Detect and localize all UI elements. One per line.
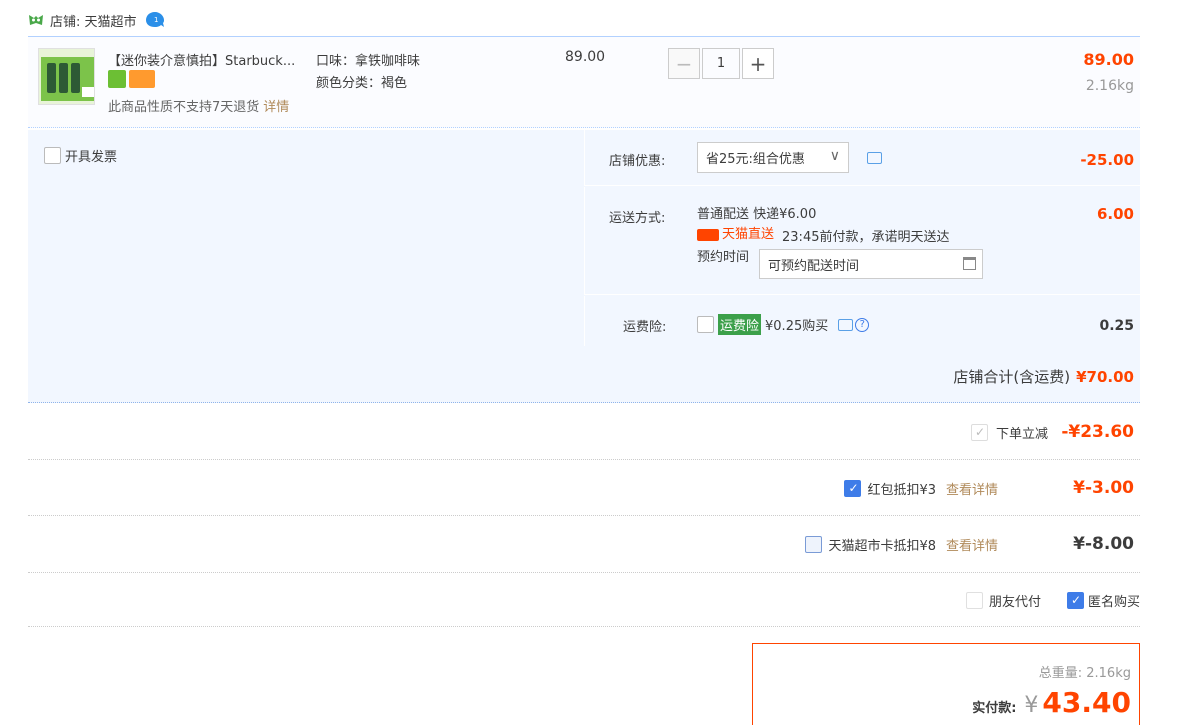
shop-discount-label: 店铺优惠: (609, 154, 666, 169)
card-badge-icon (129, 70, 155, 88)
delivery-promise-line: 天猫直送 23:45前付款，承诺明天送达 (697, 225, 949, 248)
increase-quantity-button[interactable]: + (742, 48, 774, 79)
supermarket-card-checkbox[interactable] (805, 535, 823, 553)
reserve-time-input[interactable]: 可预约配送时间 (759, 249, 983, 279)
anonymous-label: 匿名购买 (1087, 595, 1140, 610)
reserve-time-placeholder: 可预约配送时间 (768, 258, 860, 274)
shipping-section: 运送方式: 普通配送 快递¥6.00 天猫直送 23:45前付款，承诺明天送达 预… (584, 187, 1140, 295)
shop-total-label: 店铺合计(含运费) (953, 368, 1071, 386)
friend-pay-checkbox[interactable] (965, 592, 983, 609)
tmall-logo-icon (29, 15, 43, 25)
shop-header: 店铺: 天猫超市 1 (28, 10, 165, 30)
shipping-label: 运送方式: (609, 211, 666, 226)
invoice-label: 开具发票 (65, 150, 118, 165)
product-thumbnail[interactable] (38, 48, 95, 105)
supermarket-card-row: 天猫超市卡抵扣¥8 查看详情 ¥-8.00 (28, 516, 1140, 573)
actual-payment: 实付款: ¥ 43.40 (972, 686, 1131, 719)
shop-total: 店铺合计(含运费) ¥70.00 (953, 366, 1134, 387)
shop-name[interactable]: 店铺: 天猫超市 (50, 11, 137, 30)
tmall-cat-icon (697, 229, 719, 241)
insurance-tag: 运费险 (718, 314, 762, 335)
return-policy-note: 此商品性质不支持7天退货 详情 (108, 96, 289, 115)
insurance-checkbox[interactable] (697, 316, 714, 333)
cart-item-row: 【迷你装介意慎拍】Starbuck... 此商品性质不支持7天退货 详情 口味：拿… (28, 36, 1140, 128)
comment-icon[interactable] (867, 152, 882, 164)
invoice-option[interactable]: 开具发票 (44, 146, 117, 165)
calendar-icon[interactable] (963, 257, 976, 270)
insurance-label: 运费险: (623, 320, 667, 335)
insurance-price: ¥0.25购买 (765, 319, 829, 334)
tmall-direct-badge: 天猫直送 (697, 225, 774, 245)
shop-discount-section: 店铺优惠: 省25元:组合优惠 ∨ -25.00 (584, 130, 1140, 186)
anonymous-checkbox[interactable] (1066, 592, 1084, 609)
shop-discount-value: 省25元:组合优惠 (706, 152, 805, 167)
supermarket-card-area: 天猫超市卡抵扣¥8 查看详情 ¥-8.00 (805, 534, 1134, 554)
instant-discount-area: 下单立减 -¥23.60 (970, 422, 1134, 442)
chevron-down-icon: ∨ (829, 148, 840, 164)
redpacket-detail-link[interactable]: 查看详情 (946, 479, 998, 498)
instant-discount-row: 下单立减 -¥23.60 (28, 404, 1140, 460)
shop-discount-amount: -25.00 (1080, 151, 1134, 169)
help-icon[interactable]: ? (855, 317, 870, 332)
order-summary-box: 总重量: 2.16kg 实付款: ¥ 43.40 (752, 643, 1140, 725)
instant-discount-label: 下单立减 (995, 426, 1048, 442)
shipping-insurance-section: 运费险: 运费险 ¥0.25购买 ? 0.25 (584, 296, 1140, 346)
return-policy-text: 此商品性质不支持7天退货 (108, 100, 260, 115)
supermarket-card-amount: ¥-8.00 (1073, 534, 1134, 554)
unit-price: 89.00 (565, 49, 606, 65)
redpacket-amount: ¥-3.00 (1073, 478, 1134, 498)
product-flavor: 口味：拿铁咖啡味 (316, 54, 421, 69)
insurance-amount: 0.25 (1099, 318, 1134, 334)
decrease-quantity-button[interactable]: − (668, 48, 700, 79)
friend-pay-label: 朋友代付 (988, 595, 1041, 610)
order-options-panel: 开具发票 店铺优惠: 省25元:组合优惠 ∨ -25.00 运送方式: 普通配送… (28, 130, 1140, 403)
comment-icon[interactable] (838, 318, 854, 331)
delivery-promise: 23:45前付款，承诺明天送达 (782, 230, 950, 245)
wangwang-chat-icon[interactable]: 1 (145, 11, 165, 29)
tmall-direct-text: 天猫直送 (722, 227, 775, 242)
shipping-method: 普通配送 快递¥6.00 (697, 207, 817, 222)
shop-discount-select[interactable]: 省25元:组合优惠 ∨ (697, 142, 849, 173)
instant-discount-checkbox (970, 423, 988, 441)
payment-options-row: 朋友代付 匿名购买 (28, 573, 1140, 627)
product-color: 颜色分类：褐色 (316, 76, 408, 91)
order-options-right: 店铺优惠: 省25元:组合优惠 ∨ -25.00 运送方式: 普通配送 快递¥6… (584, 130, 1140, 346)
payment-options-area: 朋友代付 匿名购买 (965, 591, 1140, 610)
quantity-input[interactable]: 1 (702, 48, 740, 79)
shop-total-amount: ¥70.00 (1076, 368, 1134, 386)
supermarket-card-detail-link[interactable]: 查看详情 (946, 535, 998, 554)
redpacket-row: 红包抵扣¥3 查看详情 ¥-3.00 (28, 460, 1140, 516)
redpacket-area: 红包抵扣¥3 查看详情 ¥-3.00 (844, 478, 1134, 498)
total-weight: 总重量: 2.16kg (1038, 666, 1131, 681)
instant-discount-amount: -¥23.60 (1061, 422, 1134, 442)
insurance-option[interactable]: 运费险 ¥0.25购买 ? (697, 314, 870, 335)
shipping-amount: 6.00 (1096, 205, 1134, 223)
item-total-price: 89.00 (1083, 50, 1134, 69)
redpacket-label: 红包抵扣¥3 (867, 482, 936, 498)
actual-payment-amount: 43.40 (1042, 686, 1131, 719)
return-detail-link[interactable]: 详情 (263, 100, 289, 115)
supermarket-card-label: 天猫超市卡抵扣¥8 (828, 538, 936, 554)
quantity-stepper: − 1 + (668, 48, 774, 79)
item-weight: 2.16kg (1085, 78, 1134, 94)
redpacket-checkbox[interactable] (844, 479, 862, 497)
currency-symbol: ¥ (1024, 693, 1039, 718)
invoice-checkbox[interactable] (44, 147, 61, 164)
svg-text:1: 1 (154, 16, 158, 24)
actual-payment-label: 实付款: (972, 701, 1017, 716)
product-image-icon (39, 49, 94, 104)
service-badge-icon (108, 70, 126, 88)
product-title-link[interactable]: 【迷你装介意慎拍】Starbuck... (108, 50, 308, 69)
